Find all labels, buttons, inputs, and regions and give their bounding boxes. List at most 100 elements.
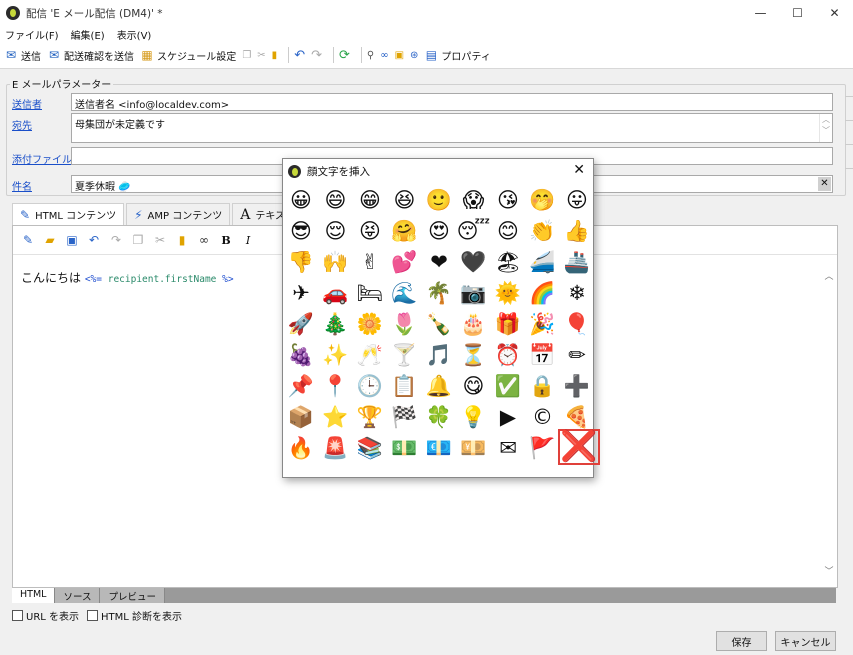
link-icon[interactable]: ∞: [380, 50, 388, 61]
emoji-item[interactable]: 💕: [391, 248, 419, 276]
cut-icon[interactable]: ✂: [257, 50, 265, 61]
emoji-item[interactable]: 🚩: [529, 434, 557, 462]
emoji-item[interactable]: 🌼: [356, 310, 384, 338]
scroll-down-icon[interactable]: ﹀: [824, 564, 833, 577]
emoji-item[interactable]: 😝: [356, 217, 384, 245]
emoji-item[interactable]: 🙂: [425, 186, 453, 214]
close-button[interactable]: ✕: [816, 0, 853, 26]
emoji-item[interactable]: 💶: [425, 434, 453, 462]
emoji-item[interactable]: 🔥: [287, 434, 315, 462]
emoji-item[interactable]: 📍: [322, 372, 350, 400]
emoji-item[interactable]: 🔔: [425, 372, 453, 400]
emoji-item[interactable]: 😊: [494, 217, 522, 245]
emoji-item[interactable]: 🤗: [391, 217, 419, 245]
bold-icon[interactable]: B: [217, 231, 235, 249]
emoji-item[interactable]: ✅: [494, 372, 522, 400]
save-button[interactable]: 保存: [716, 631, 767, 651]
emoji-item[interactable]: 😄: [322, 186, 350, 214]
sender-link[interactable]: 送信者: [12, 96, 42, 111]
emoji-item[interactable]: 🌈: [529, 279, 557, 307]
tab-amp[interactable]: ⚡ AMP コンテンツ: [126, 203, 231, 225]
emoji-item[interactable]: 💵: [391, 434, 419, 462]
emoji-item[interactable]: 💡: [460, 403, 488, 431]
open-folder-icon[interactable]: ▰: [41, 231, 59, 249]
emoji-item[interactable]: ❄: [563, 279, 591, 307]
emoji-item[interactable]: 😱: [460, 186, 488, 214]
emoji-item[interactable]: 🎂: [460, 310, 488, 338]
emoji-item[interactable]: ⏳: [460, 341, 488, 369]
emoji-item[interactable]: ⏰: [494, 341, 522, 369]
find-icon[interactable]: ∞: [195, 231, 213, 249]
emoji-item[interactable]: 😁: [356, 186, 384, 214]
emoji-item[interactable]: 🚄: [529, 248, 557, 276]
emoji-item[interactable]: 🍀: [425, 403, 453, 431]
tab-html[interactable]: ✎ HTML コンテンツ: [12, 203, 125, 225]
cancel-button[interactable]: キャンセル: [775, 631, 836, 651]
emoji-item[interactable]: ➕: [563, 372, 591, 400]
emoji-item[interactable]: 😎: [287, 217, 315, 245]
new-icon[interactable]: ✎: [19, 231, 37, 249]
copy-icon[interactable]: ❐: [242, 50, 251, 61]
to-scrollbar[interactable]: ︿ ﹀: [819, 114, 832, 142]
send-proof-button[interactable]: ✉ 配送確認を送信: [47, 48, 134, 63]
emoji-item[interactable]: 😘: [494, 186, 522, 214]
menu-file[interactable]: ファイル(F): [5, 27, 59, 42]
emoji-item[interactable]: 🚨: [322, 434, 350, 462]
emoji-item[interactable]: 🏖: [494, 248, 522, 276]
emoji-item[interactable]: 😆: [391, 186, 419, 214]
emoji-item[interactable]: 🍇: [287, 341, 315, 369]
emoji-item[interactable]: 😋: [460, 372, 488, 400]
emoji-item[interactable]: 🌊: [391, 279, 419, 307]
emoji-item[interactable]: 🖤: [460, 248, 488, 276]
emoji-item[interactable]: 👎: [287, 248, 315, 276]
emoji-item[interactable]: 🍸: [391, 341, 419, 369]
emoji-item[interactable]: 🎈: [563, 310, 591, 338]
send-button[interactable]: ✉ 送信: [4, 48, 41, 63]
emoji-item[interactable]: 🍕: [563, 403, 591, 431]
emoji-item[interactable]: 🚀: [287, 310, 315, 338]
emoji-item[interactable]: 📷: [460, 279, 488, 307]
emoji-item[interactable]: ▶: [494, 403, 522, 431]
to-field[interactable]: 母集団が未定義です ︿ ﹀: [71, 113, 833, 143]
schedule-button[interactable]: ▦ スケジュール設定: [140, 48, 236, 63]
save-icon[interactable]: ▣: [63, 231, 81, 249]
emoji-item[interactable]: 📋: [391, 372, 419, 400]
emoji-item[interactable]: 🛏: [356, 279, 384, 307]
menu-edit[interactable]: 編集(E): [71, 27, 105, 42]
paste-icon[interactable]: ▮: [272, 50, 278, 61]
emoji-item[interactable]: 🍾: [425, 310, 453, 338]
italic-icon[interactable]: I: [239, 231, 257, 249]
emoji-item[interactable]: 😀: [287, 186, 315, 214]
copy-icon[interactable]: ❐: [129, 231, 147, 249]
view-tab-source[interactable]: ソース: [55, 588, 101, 603]
emoji-item[interactable]: 🚗: [322, 279, 350, 307]
emoji-item[interactable]: 👍: [563, 217, 591, 245]
emoji-item[interactable]: 👏: [529, 217, 557, 245]
cut-icon[interactable]: ✂: [151, 231, 169, 249]
emoji-item[interactable]: 🚢: [563, 248, 591, 276]
emoji-item[interactable]: ❤: [425, 248, 453, 276]
emoji-item[interactable]: ⭐: [322, 403, 350, 431]
emoji-item[interactable]: 😍: [425, 217, 453, 245]
redo-icon[interactable]: ↷: [107, 231, 125, 249]
emoji-item[interactable]: 🎉: [529, 310, 557, 338]
subject-link[interactable]: 件名: [12, 178, 32, 193]
emoji-item[interactable]: 🎵: [425, 341, 453, 369]
emoji-item[interactable]: ✌: [356, 248, 384, 276]
emoji-item[interactable]: 🌷: [391, 310, 419, 338]
emoji-item[interactable]: 😴: [457, 217, 491, 245]
gift-icon[interactable]: ▣: [395, 50, 404, 61]
emoji-item[interactable]: 💴: [460, 434, 488, 462]
redo-icon[interactable]: ↷: [311, 48, 322, 63]
editor-scrollbar[interactable]: ︿ ﹀: [821, 255, 837, 587]
emoji-item[interactable]: 🌴: [425, 279, 453, 307]
to-link[interactable]: 宛先: [12, 117, 32, 132]
refresh-icon[interactable]: ⟳: [339, 48, 350, 63]
html-diag-checkbox[interactable]: HTML 診断を表示: [87, 608, 182, 623]
minimize-button[interactable]: —: [742, 0, 779, 26]
emoji-item[interactable]: 🔒: [529, 372, 557, 400]
scroll-up-icon[interactable]: ︿: [824, 269, 833, 282]
emoji-item[interactable]: ©: [529, 403, 557, 431]
emoji-item[interactable]: ✈: [287, 279, 315, 307]
emoji-item[interactable]: 🙌: [322, 248, 350, 276]
